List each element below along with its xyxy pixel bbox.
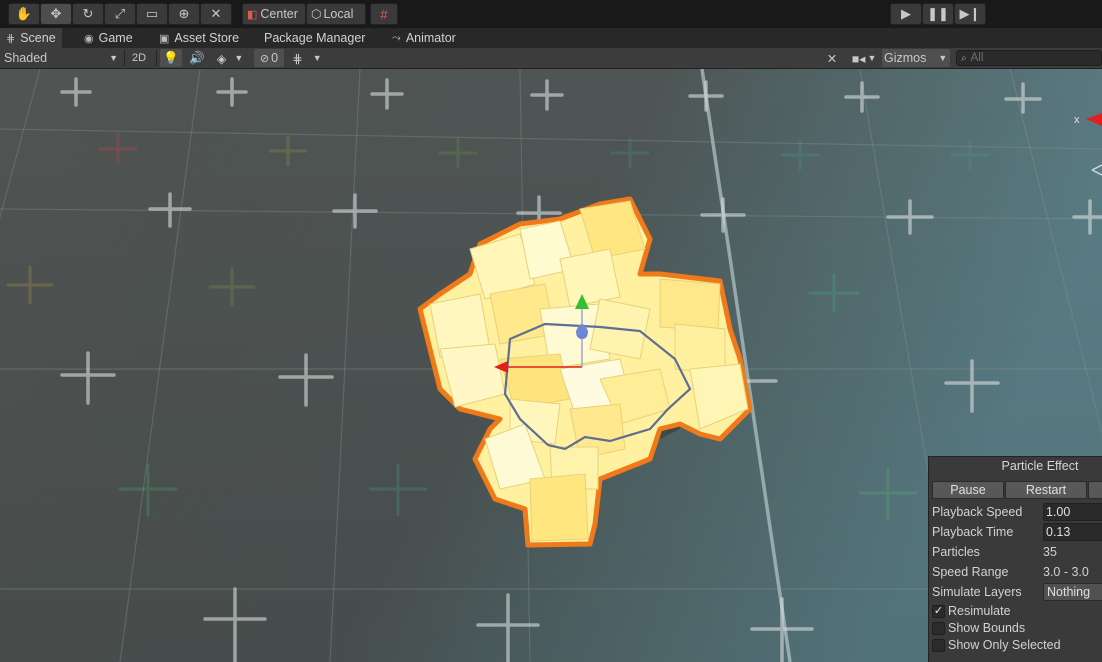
effects-dropdown[interactable]: ◈ ▼: [210, 49, 250, 67]
shading-mode-label: Shaded: [4, 51, 48, 65]
hierarchy-search-field[interactable]: ⌕ All: [956, 50, 1102, 66]
playback-time-field[interactable]: 0.13: [1043, 523, 1102, 541]
tab-asset-store[interactable]: ▣ Asset Store: [153, 28, 245, 48]
step-button[interactable]: ▶❙: [954, 3, 986, 25]
dropdown-arrow-icon: ▼: [234, 53, 244, 63]
speed-range-value: 3.0 - 3.0: [1043, 565, 1089, 579]
playback-speed-field[interactable]: 1.00: [1043, 503, 1102, 521]
playback-time-label: Playback Time: [932, 525, 1014, 539]
tab-game[interactable]: ◉ Game: [78, 28, 139, 48]
lighting-toggle[interactable]: 💡: [160, 49, 182, 67]
move-icon: ✥: [50, 6, 62, 21]
tab-label: Asset Store: [174, 31, 240, 45]
hidden-eye-icon: ⊘: [259, 52, 270, 65]
pause-button[interactable]: ❚❚: [922, 3, 954, 25]
light-bulb-icon: 💡: [163, 50, 179, 65]
bag-icon: ▣: [159, 32, 170, 45]
show-only-selected-label: Show Only Selected: [948, 638, 1061, 652]
play-button[interactable]: ▶: [890, 3, 922, 25]
hidden-count: 0: [271, 51, 279, 65]
grid-snap-icon: #: [380, 6, 388, 22]
pause-icon: ❚❚: [927, 6, 949, 21]
step-icon: ▶❙: [959, 6, 981, 21]
show-bounds-checkbox[interactable]: [932, 622, 945, 635]
tab-scene[interactable]: ⋕ Scene: [0, 28, 62, 48]
hand-icon: ✋: [15, 6, 33, 21]
pivot-mode-button[interactable]: ◧ Center: [242, 3, 306, 25]
rect-icon: ▭: [145, 6, 159, 21]
scale-tool-button[interactable]: ⤢: [104, 3, 136, 25]
transform-icon: ⊕: [178, 6, 190, 21]
animator-icon: ⤳: [392, 31, 401, 44]
simulate-layers-dropdown[interactable]: Nothing: [1043, 583, 1102, 601]
gizmos-dropdown[interactable]: Gizmos ▼: [882, 49, 950, 67]
audio-toggle[interactable]: 🔊: [186, 49, 208, 67]
checkmark-icon: ✓: [933, 605, 944, 617]
tab-label: Package Manager: [264, 31, 366, 45]
hand-tool-button[interactable]: ✋: [8, 3, 40, 25]
tools-icon: ✕: [826, 51, 838, 66]
gamepad-icon: ◉: [84, 32, 94, 45]
dropdown-arrow-icon: ▼: [938, 53, 948, 63]
tab-animator[interactable]: ⤳ Animator: [386, 28, 462, 48]
transform-tool-button[interactable]: ⊕: [168, 3, 200, 25]
rect-tool-button[interactable]: ▭: [136, 3, 168, 25]
simulate-layers-label: Simulate Layers: [932, 585, 1022, 599]
pause-button[interactable]: Pause: [932, 481, 1004, 499]
tab-label: Game: [98, 31, 133, 45]
speed-range-label: Speed Range: [932, 565, 1009, 579]
custom-tool-button[interactable]: ✕: [200, 3, 232, 25]
tools-icon: ✕: [210, 6, 222, 21]
shading-mode-dropdown[interactable]: Shaded ▼: [4, 49, 118, 67]
tab-label: Animator: [405, 31, 456, 45]
dropdown-arrow-icon: ▼: [312, 53, 322, 63]
particles-value: 35: [1043, 545, 1057, 559]
resimulate-label: Resimulate: [948, 604, 1011, 618]
stop-button[interactable]: [1088, 481, 1102, 499]
search-icon: ⌕: [961, 52, 967, 64]
dropdown-arrow-icon: ▼: [867, 53, 877, 63]
pivot-icon: ◧: [247, 8, 258, 21]
grid-icon: ⋕: [6, 32, 16, 45]
pivot-rotation-button[interactable]: ⬡ Local: [306, 3, 366, 25]
scale-icon: ⤢: [114, 6, 126, 21]
scene-visibility-toggle[interactable]: ⊘ 0: [254, 49, 284, 67]
window-tabs: ⋕ Scene ◉ Game ▣ Asset Store Package Manage…: [0, 28, 1102, 48]
layers-icon: ◈: [216, 51, 227, 66]
show-bounds-label: Show Bounds: [948, 621, 1026, 635]
space-label: Local: [323, 7, 354, 21]
rotate-tool-button[interactable]: ↻: [72, 3, 104, 25]
gizmos-label: Gizmos: [884, 51, 927, 65]
rotate-icon: ↻: [82, 6, 94, 21]
camera-dropdown[interactable]: ■◂ ▼: [848, 49, 880, 67]
speaker-icon: 🔊: [189, 50, 205, 65]
dropdown-arrow-icon: ▼: [109, 53, 118, 63]
pivot-label: Center: [260, 7, 298, 21]
particles-label: Particles: [932, 545, 980, 559]
toggle-2d-button[interactable]: 2D: [128, 49, 150, 67]
tools-overlay-toggle[interactable]: ✕: [822, 49, 842, 67]
resimulate-checkbox[interactable]: ✓: [932, 605, 945, 618]
search-placeholder: All: [970, 52, 984, 64]
main-toolbar: ✋ ✥ ↻ ⤢ ▭ ⊕ ✕ ◧ Center ⬡ Local # ▶ ❚❚ ▶❙: [0, 0, 1102, 28]
mode-2d-label: 2D: [131, 52, 147, 64]
tab-package-manager[interactable]: Package Manager: [258, 28, 371, 48]
particle-effect-panel: Particle Effect Pause Restart Playback S…: [928, 456, 1102, 662]
tab-label: Scene: [20, 31, 56, 45]
panel-title: Particle Effect: [1001, 459, 1079, 473]
playback-speed-label: Playback Speed: [932, 505, 1023, 519]
show-only-selected-checkbox[interactable]: [932, 639, 945, 652]
camera-icon: ■◂: [851, 51, 866, 66]
cube-icon: ⬡: [311, 7, 322, 21]
axis-gizmo-label: x: [1074, 114, 1080, 126]
snap-button[interactable]: #: [370, 3, 398, 25]
restart-button[interactable]: Restart: [1005, 481, 1087, 499]
grid-dropdown[interactable]: ⋕ ▼: [288, 49, 326, 67]
grid-icon: ⋕: [292, 51, 303, 66]
play-icon: ▶: [901, 6, 911, 21]
scene-toolbar: Shaded ▼ 2D 💡 🔊 ◈ ▼ ⊘ 0 ⋕ ▼ ✕ ■◂ ▼ Gizmos ▼ …: [0, 48, 1102, 69]
move-tool-button[interactable]: ✥: [40, 3, 72, 25]
